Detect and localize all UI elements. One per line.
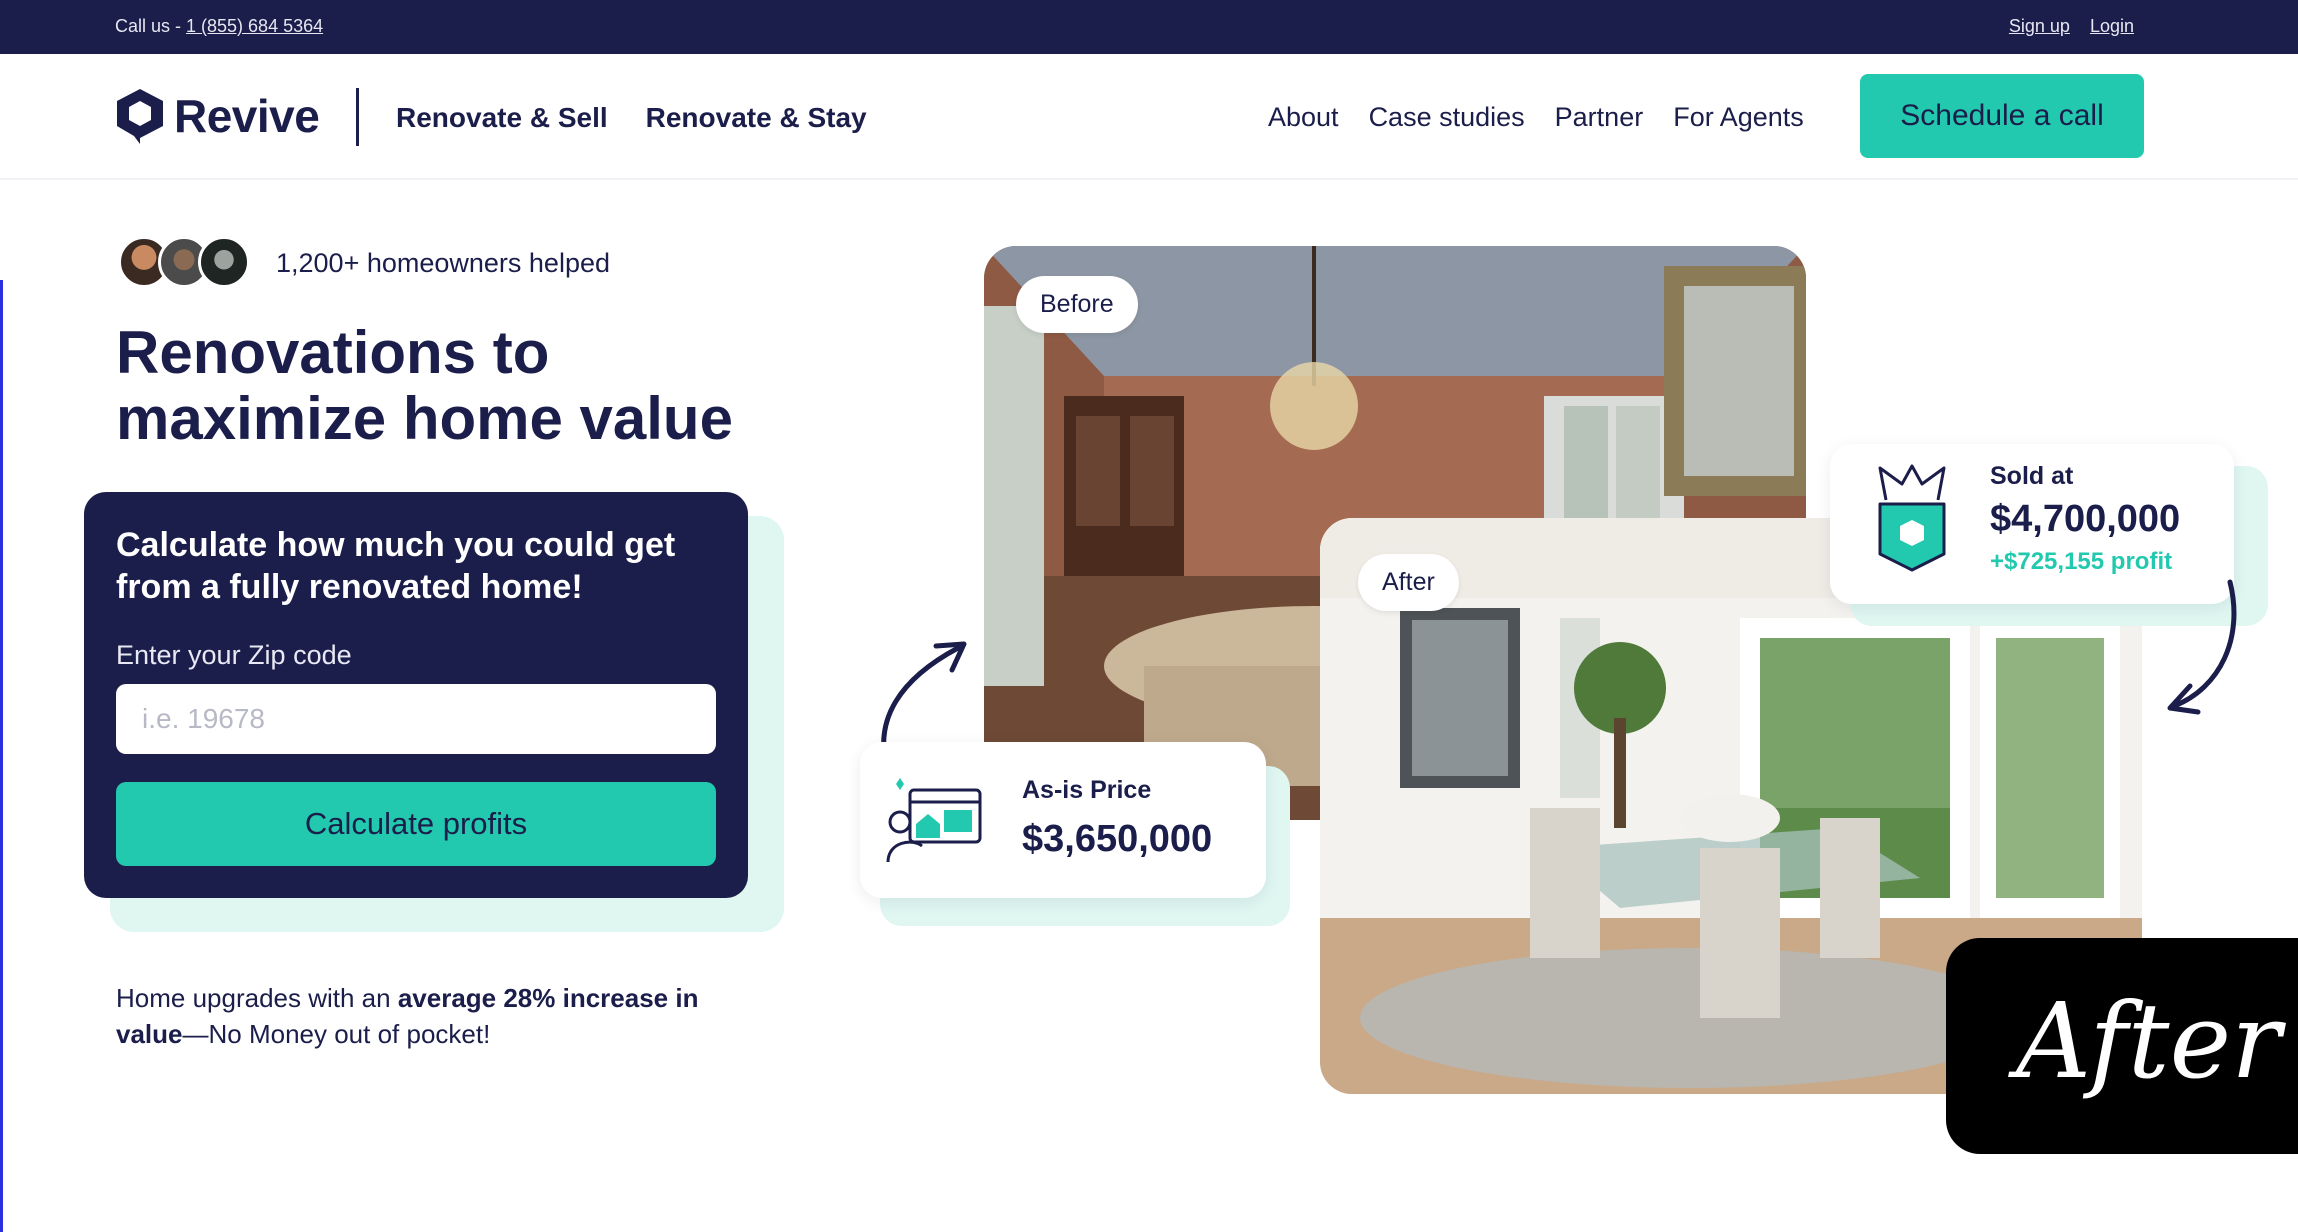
signup-link[interactable]: Sign up: [2009, 16, 2070, 37]
as-is-price-card: As-is Price $3,650,000: [860, 742, 1266, 898]
left-edge-line: [0, 280, 3, 1232]
page-title: Renovations to maximize home value: [116, 319, 733, 452]
auth-links: Sign up Login: [2009, 16, 2134, 37]
nav-partner[interactable]: Partner: [1555, 102, 1644, 133]
nav-case-studies[interactable]: Case studies: [1369, 102, 1525, 133]
zip-label: Enter your Zip code: [116, 640, 352, 670]
nav-renovate-sell[interactable]: Renovate & Sell: [396, 102, 608, 134]
as-is-price-label: As-is Price: [1022, 776, 1152, 804]
top-bar: Call us - 1 (855) 684 5364 Sign up Login: [0, 0, 2298, 54]
after-overlay-text: After: [2016, 980, 2281, 1102]
money-pouch-icon: [1878, 464, 1946, 572]
calculate-profits-button[interactable]: Calculate profits: [116, 782, 716, 866]
avatar-group: [118, 236, 250, 288]
after-tag: After: [1358, 554, 1459, 611]
zip-input[interactable]: [116, 684, 716, 754]
logo-text: Revive: [174, 90, 320, 142]
nav-right-links: About Case studies Partner For Agents: [1268, 102, 1804, 133]
phone-link[interactable]: 1 (855) 684 5364: [186, 16, 323, 36]
nav-left-links: Renovate & Sell Renovate & Stay: [396, 102, 867, 134]
homeowners-helped: 1,200+ homeowners helped: [276, 248, 610, 278]
as-is-price-value: $3,650,000: [1022, 818, 1213, 860]
login-link[interactable]: Login: [2090, 16, 2134, 37]
before-tag: Before: [1016, 276, 1138, 333]
calculator-title: Calculate how much you could get from a …: [116, 526, 676, 606]
schedule-call-button[interactable]: Schedule a call: [1860, 74, 2144, 158]
avatar: [198, 236, 250, 288]
profit-calculator: Calculate how much you could get from a …: [84, 492, 748, 898]
main-nav: Revive Renovate & Sell Renovate & Stay A…: [0, 54, 2298, 180]
nav-about[interactable]: About: [1268, 102, 1339, 133]
curved-arrow-down-icon: [2167, 579, 2237, 715]
nav-for-agents[interactable]: For Agents: [1673, 102, 1804, 133]
profit-value: +$725,155 profit: [1990, 548, 2173, 575]
nav-divider: [356, 88, 359, 146]
value-subtext: Home upgrades with an average 28% increa…: [116, 983, 699, 1049]
call-us: Call us - 1 (855) 684 5364: [115, 16, 324, 36]
sold-value: $4,700,000: [1990, 498, 2181, 540]
price-listing-icon: [886, 778, 982, 863]
nav-renovate-stay[interactable]: Renovate & Stay: [646, 102, 867, 134]
logo[interactable]: Revive: [114, 86, 320, 146]
sold-label: Sold at: [1990, 462, 2074, 490]
after-overlay-badge: After: [1946, 938, 2298, 1154]
logo-icon: [117, 89, 163, 144]
